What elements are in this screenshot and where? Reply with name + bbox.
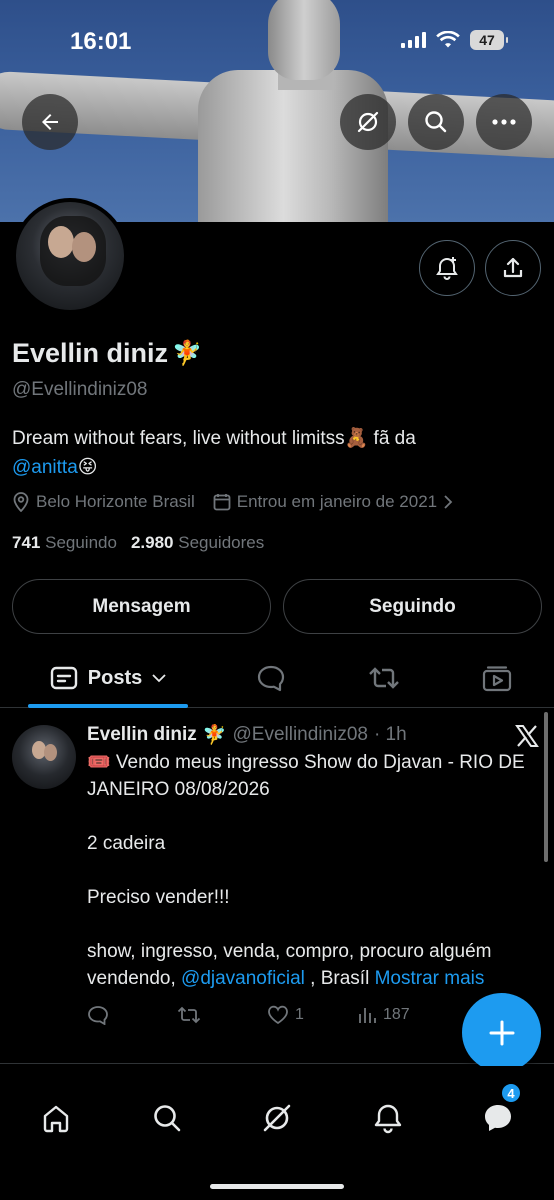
plus-icon [489,1020,514,1045]
tab-posts[interactable]: Posts [28,648,188,708]
more-horizontal-icon [492,119,516,125]
nav-notifications[interactable] [360,1096,416,1140]
back-button[interactable] [22,94,78,150]
show-more-link[interactable]: Mostrar mais [375,968,485,989]
profile-tabs: Posts [0,648,554,708]
arrow-left-icon [42,114,58,130]
home-icon [43,1105,69,1133]
bio-emoji: 😝 [77,457,98,478]
post-header: Evellin diniz 🧚 @Evellindiniz08 · 1h [87,723,407,747]
post-line-4: show, ingresso, venda, compro, procuro a… [87,938,542,992]
profile-name-row: Evellin diniz 🧚 [12,338,202,369]
post-line-4-tail: , Brasíl [304,968,370,989]
chevron-right-icon [444,495,453,509]
post-text: 🎟️ Vendo meus ingresso Show do Djavan - … [87,749,542,992]
bell-icon [374,1104,402,1134]
wifi-icon [436,31,460,48]
home-indicator [210,1184,344,1189]
bell-plus-icon [436,257,458,280]
messages-badge: 4 [500,1082,522,1104]
video-icon [482,666,512,692]
repost-icon [369,667,399,689]
post-actions: 1 187 [87,1005,447,1025]
post-author-emoji: 🧚 [202,725,227,746]
reply-action[interactable] [87,1005,177,1025]
followers-count: 2.980 [130,533,174,552]
compose-post-button[interactable] [462,993,541,1072]
scrollbar[interactable] [544,712,548,862]
tab-reposts[interactable] [356,648,412,708]
nav-home[interactable] [28,1096,84,1140]
battery-indicator: 47 [470,30,508,50]
nav-grok[interactable] [249,1096,305,1140]
grok-button[interactable] [340,94,396,150]
chevron-down-icon [152,674,166,683]
search-icon [154,1105,181,1132]
post-time: · 1h [373,724,407,745]
location: Belo Horizonte Brasil [12,492,195,512]
following-stat[interactable]: 741 Seguindo [12,533,117,553]
reply-icon [88,1006,108,1025]
more-button[interactable] [476,94,532,150]
tab-media[interactable] [469,648,525,708]
follow-stats: 741 Seguindo 2.980 Seguidores [12,533,264,553]
calendar-icon [213,494,231,511]
views-count: 187 [383,1006,410,1023]
profile-avatar[interactable] [12,198,128,314]
joined-text: Entrou em janeiro de 2021 [236,492,438,511]
repost-action[interactable] [177,1005,267,1025]
post-line-3: Preciso vender!!! [87,887,230,908]
following-label: Seguindo [45,533,117,552]
message-button[interactable]: Mensagem [12,579,271,634]
repost-icon [177,1006,201,1024]
like-action[interactable]: 1 [267,1005,357,1025]
profile-handle: @Evellindiniz08 [12,379,148,400]
bottom-navigation: 4 [0,1066,554,1200]
chat-bubble-icon [485,1105,511,1131]
posts-tab-icon [50,666,77,690]
heart-icon [268,1005,288,1025]
bio-mention-link[interactable]: @anitta [12,457,78,478]
location-text: Belo Horizonte Brasil [36,492,195,511]
post-line-2: 2 cadeira [87,833,166,854]
post-author-name[interactable]: Evellin diniz [87,724,197,746]
reply-icon [257,665,285,692]
share-icon [503,257,523,278]
like-count: 1 [295,1006,304,1023]
tab-replies[interactable] [243,648,299,708]
x-logo-icon[interactable] [514,723,540,749]
post-mention-link[interactable]: @djavanoficial [181,968,305,989]
nav-search[interactable] [139,1096,195,1140]
status-icons: 47 [401,30,508,50]
share-button[interactable] [485,240,541,296]
views-icon [359,1008,376,1023]
fairy-emoji: 🧚 [172,340,202,367]
profile-bio: Dream without fears, live without limits… [12,424,542,482]
search-icon [425,111,447,133]
location-pin-icon [13,492,29,512]
views-action[interactable]: 187 [357,1005,447,1025]
grok-icon [263,1104,291,1132]
notifications-subscribe-button[interactable] [419,240,475,296]
following-button[interactable]: Seguindo [283,579,542,634]
post-line-1: 🎟️ Vendo meus ingresso Show do Djavan - … [87,752,525,800]
bio-text: Dream without fears, live without limits… [12,428,416,449]
following-count: 741 [12,533,41,552]
status-time: 16:01 [70,28,132,55]
followers-stat[interactable]: 2.980 Seguidores [131,533,264,553]
nav-messages[interactable]: 4 [470,1082,526,1140]
grok-icon [357,111,379,133]
joined-date[interactable]: Entrou em janeiro de 2021 [213,492,453,512]
post-author-handle[interactable]: @Evellindiniz08 [232,724,367,746]
profile-name: Evellin diniz [12,338,169,368]
post-author-avatar[interactable] [12,725,76,789]
tab-active-indicator [28,704,188,708]
banner-statue-head [268,0,340,80]
signal-icon [401,32,426,48]
followers-label: Seguidores [178,533,265,552]
tab-posts-label: Posts [87,666,143,689]
profile-meta: Belo Horizonte Brasil Entrou em janeiro … [12,492,471,512]
search-button[interactable] [408,94,464,150]
